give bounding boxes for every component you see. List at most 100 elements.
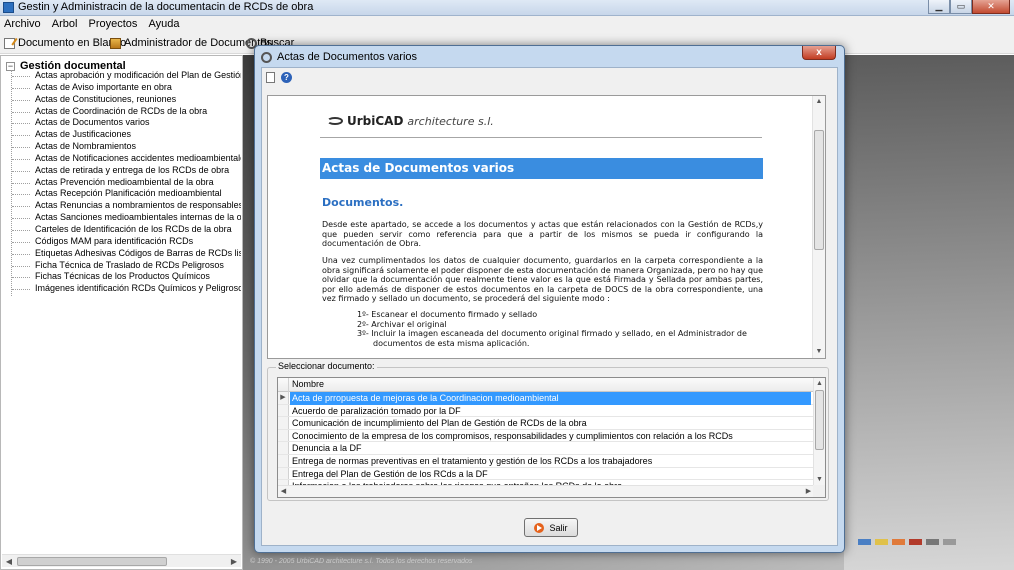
row-header bbox=[278, 429, 289, 442]
row-header-corner bbox=[278, 378, 289, 392]
divider bbox=[320, 137, 762, 138]
document-viewer[interactable]: UrbiCAD architecture s.l. Actas de Docum… bbox=[267, 95, 826, 359]
grid-rows: ▶ Acta de prropuesta de mejoras de la Co… bbox=[278, 392, 814, 493]
close-button[interactable]: ✕ bbox=[972, 0, 1010, 14]
menu-ayuda[interactable]: Ayuda bbox=[144, 16, 183, 30]
minimize-button[interactable]: ▁ bbox=[928, 0, 950, 14]
copyright-footer: © 1990 - 2005 UrbiCAD architecture s.l. … bbox=[250, 558, 473, 565]
maximize-button[interactable]: ▭ bbox=[950, 0, 972, 14]
tree-item[interactable]: Actas Prevención medioambiental de la ob… bbox=[11, 177, 241, 189]
viewer-vertical-scrollbar[interactable]: ▲ ▼ bbox=[812, 96, 825, 358]
menu-proyectos[interactable]: Proyectos bbox=[85, 16, 142, 30]
tree-item[interactable]: Imágenes identificación RCDs Químicos y … bbox=[11, 283, 241, 295]
column-header-nombre[interactable]: Nombre bbox=[292, 379, 324, 389]
grid-row[interactable]: Entrega de normas preventivas en el trat… bbox=[278, 454, 814, 468]
grid-cell: Entrega del Plan de Gestión de los RCds … bbox=[292, 468, 488, 479]
row-pointer-icon: ▶ bbox=[278, 392, 289, 404]
background-color-swatches bbox=[858, 539, 956, 545]
scroll-left-icon[interactable]: ◀ bbox=[2, 555, 16, 568]
document-step: 1º- Escanear el documento firmado y sell… bbox=[357, 310, 538, 319]
app-icon bbox=[3, 2, 14, 13]
grid-header: Nombre bbox=[278, 378, 814, 392]
document-step: 3º- Incluir la imagen escaneada del docu… bbox=[357, 329, 747, 348]
document-grid[interactable]: Nombre ▶ Acta de prropuesta de mejoras d… bbox=[277, 377, 826, 498]
tree-item[interactable]: Actas Sanciones medioambientales interna… bbox=[11, 212, 241, 224]
tree-item[interactable]: Actas Recepción Planificación medioambie… bbox=[11, 188, 241, 200]
row-header bbox=[278, 417, 289, 429]
tree-item[interactable]: Ficha Técnica de Traslado de RCDs Peligr… bbox=[11, 260, 241, 272]
dialog-toolbar: ? bbox=[266, 72, 292, 90]
main-titlebar: Gestin y Administracin de la documentaci… bbox=[0, 0, 1014, 16]
scroll-down-icon[interactable]: ▼ bbox=[814, 474, 825, 485]
help-icon[interactable]: ? bbox=[281, 72, 292, 83]
dialog-title: Actas de Documentos varios bbox=[277, 51, 418, 63]
logo-brand: UrbiCAD bbox=[347, 114, 404, 128]
exit-label: Salir bbox=[549, 522, 568, 533]
scroll-up-icon[interactable]: ▲ bbox=[813, 96, 825, 108]
menu-arbol[interactable]: Arbol bbox=[48, 16, 82, 30]
dialog-close-button[interactable]: x bbox=[802, 46, 836, 60]
grid-row[interactable]: Conocimiento de la empresa de los compro… bbox=[278, 429, 814, 443]
select-document-label: Seleccionar documento: bbox=[276, 361, 377, 371]
grid-vertical-scrollbar[interactable]: ▲ ▼ bbox=[813, 378, 825, 485]
tree-horizontal-scrollbar[interactable]: ◀ ▶ bbox=[2, 554, 241, 567]
new-document-icon bbox=[4, 37, 15, 49]
document-tree: − Gestión documental Actas aprobación y … bbox=[0, 55, 243, 570]
grid-row[interactable]: Comunicación de incumplimiento del Plan … bbox=[278, 417, 814, 430]
scrollbar-corner bbox=[813, 485, 825, 497]
tree-item[interactable]: Actas de Nombramientos bbox=[11, 141, 241, 153]
exit-button[interactable]: Salir bbox=[524, 518, 578, 537]
tree-item[interactable]: Actas de Documentos varios bbox=[11, 117, 241, 129]
row-header bbox=[278, 404, 289, 417]
logo-mark-icon bbox=[327, 117, 343, 125]
search-icon bbox=[261, 52, 272, 63]
document-heading: Documentos. bbox=[322, 196, 404, 209]
grid-cell: Denuncia a la DF bbox=[292, 443, 362, 454]
grid-cell: Entrega de normas preventivas en el trat… bbox=[292, 455, 653, 466]
tree-item[interactable]: Códigos MAM para identificación RCDs bbox=[11, 236, 241, 248]
tree-item[interactable]: Actas de retirada y entrega de los RCDs … bbox=[11, 165, 241, 177]
tree-item[interactable]: Actas de Justificaciones bbox=[11, 129, 241, 141]
window-title: Gestin y Administracin de la documentaci… bbox=[18, 1, 314, 13]
dialog-body: ? UrbiCAD architecture s.l. Actas de Doc… bbox=[261, 67, 838, 546]
tree-item[interactable]: Actas de Coordinación de RCDs de la obra bbox=[11, 106, 241, 118]
tree-item[interactable]: Actas aprobación y modificación del Plan… bbox=[11, 70, 241, 82]
tree-item[interactable]: Carteles de Identificación de los RCDs d… bbox=[11, 224, 241, 236]
menu-archivo[interactable]: Archivo bbox=[0, 16, 45, 30]
grid-row[interactable]: Acuerdo de paralización tomado por la DF bbox=[278, 404, 814, 418]
row-header bbox=[278, 454, 289, 467]
scroll-thumb[interactable] bbox=[17, 557, 167, 566]
scroll-up-icon[interactable]: ▲ bbox=[814, 378, 825, 389]
tree-item[interactable]: Etiquetas Adhesivas Códigos de Barras de… bbox=[11, 248, 241, 260]
grid-cell: Acuerdo de paralización tomado por la DF bbox=[292, 405, 461, 416]
grid-row[interactable]: Entrega del Plan de Gestión de los RCds … bbox=[278, 467, 814, 481]
scroll-thumb[interactable] bbox=[815, 390, 824, 450]
document-banner: Actas de Documentos varios bbox=[320, 158, 763, 179]
tree-item[interactable]: Actas Renuncias a nombramientos de respo… bbox=[11, 200, 241, 212]
grid-row[interactable]: Denuncia a la DF bbox=[278, 442, 814, 455]
tree-item[interactable]: Fichas Técnicas de los Productos Químico… bbox=[11, 271, 241, 283]
scroll-right-icon[interactable]: ▶ bbox=[227, 555, 241, 568]
scroll-down-icon[interactable]: ▼ bbox=[813, 346, 825, 358]
scroll-thumb[interactable] bbox=[814, 130, 824, 250]
new-document-button[interactable]: Documento en Blanco bbox=[4, 37, 126, 49]
document-step: 2º- Archivar el original bbox=[357, 319, 447, 329]
document-paragraph: Una vez cumplimentados los datos de cual… bbox=[322, 256, 763, 303]
tree-item[interactable]: Actas de Notificaciones accidentes medio… bbox=[11, 153, 241, 165]
grid-cell: Comunicación de incumplimiento del Plan … bbox=[292, 418, 587, 429]
row-header bbox=[278, 467, 289, 480]
tree-item[interactable]: Actas de Constituciones, reuniones bbox=[11, 94, 241, 106]
new-document-icon[interactable] bbox=[266, 72, 275, 83]
tree-item[interactable]: Actas de Aviso importante en obra bbox=[11, 82, 241, 94]
scroll-left-icon[interactable]: ◀ bbox=[278, 486, 289, 497]
grid-row[interactable]: ▶ Acta de prropuesta de mejoras de la Co… bbox=[278, 392, 814, 405]
select-document-group: Seleccionar documento: Nombre ▶ Acta de … bbox=[267, 361, 829, 501]
grid-horizontal-scrollbar[interactable]: ◀ ▶ bbox=[278, 485, 814, 497]
row-header bbox=[278, 442, 289, 454]
logo-subtitle: architecture s.l. bbox=[407, 114, 494, 128]
document-steps: 1º- Escanear el documento firmado y sell… bbox=[357, 310, 762, 348]
tree-items: Actas aprobación y modificación del Plan… bbox=[11, 70, 241, 295]
menubar: Archivo Arbol Proyectos Ayuda bbox=[0, 16, 1014, 34]
company-logo: UrbiCAD architecture s.l. bbox=[327, 114, 494, 128]
grid-cell: Conocimiento de la empresa de los compro… bbox=[292, 430, 733, 441]
